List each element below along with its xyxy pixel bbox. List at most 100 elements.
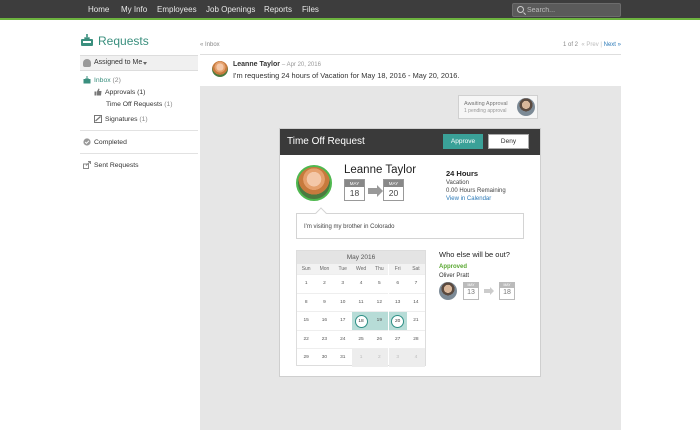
nav-reports[interactable]: Reports [264, 0, 292, 20]
calendar-day[interactable]: 8 [297, 292, 316, 312]
calendar-day[interactable]: 1 [351, 348, 371, 367]
calendar-day[interactable]: 2 [315, 274, 334, 293]
calendar-day[interactable]: 7 [406, 274, 426, 293]
calendar-day[interactable]: 5 [370, 274, 389, 293]
calendar-day[interactable]: 18 [351, 311, 371, 330]
comment-text: I'm visiting my brother in Colorado [304, 224, 395, 230]
sender-avatar [212, 61, 228, 77]
end-date-box: MAY 20 [383, 179, 404, 201]
sidebar-item-time-off-requests[interactable]: Time Off Requests (1) [106, 101, 173, 108]
calendar-title: May 2016 [297, 251, 425, 264]
calendar-day[interactable]: 17 [333, 311, 352, 330]
calendar-day[interactable]: 12 [370, 292, 389, 312]
search-icon [517, 6, 524, 13]
time-off-count: (1) [164, 101, 173, 108]
requester-avatar [296, 165, 332, 201]
calendar-day[interactable]: 4 [406, 348, 426, 367]
awaiting-approval-badge[interactable]: Awaiting Approval 1 pending approval [458, 95, 538, 119]
awaiting-subtitle: 1 pending approval [464, 108, 507, 114]
nav-my-info[interactable]: My Info [121, 0, 147, 20]
search-input[interactable] [527, 4, 619, 16]
other-person-avatar [439, 282, 457, 300]
other-start-day: 13 [467, 289, 475, 296]
calendar-day[interactable]: 21 [406, 311, 426, 330]
pager-next[interactable]: Next » [604, 42, 621, 48]
calendar-day[interactable]: 13 [388, 292, 407, 312]
calendar-day[interactable]: 3 [388, 348, 407, 367]
thumbs-up-icon [94, 88, 102, 96]
view-in-calendar-link[interactable]: View in Calendar [446, 196, 491, 202]
other-start-date-box: MAY 13 [463, 282, 479, 300]
back-to-inbox-link[interactable]: « Inbox [200, 42, 220, 48]
message-date: – Apr 20, 2016 [281, 62, 321, 68]
assigned-label: Assigned to Me [94, 59, 143, 66]
calendar-day[interactable]: 6 [388, 274, 407, 293]
calendar-day[interactable]: 22 [297, 329, 316, 349]
signature-icon [94, 115, 102, 123]
calendar-day[interactable]: 9 [315, 292, 334, 312]
approvals-label: Approvals [105, 89, 136, 96]
inbox-tray-icon [81, 34, 93, 46]
who-else-out-title: Who else will be out? [439, 250, 510, 259]
sidebar-item-inbox[interactable]: Inbox (2) [94, 77, 121, 84]
time-off-label: Time Off Requests [106, 101, 163, 108]
sent-icon [83, 161, 91, 169]
calendar-day[interactable]: 25 [351, 329, 371, 349]
calendar-day[interactable]: 10 [333, 292, 352, 312]
calendar-day[interactable]: 11 [351, 292, 371, 312]
comment-pointer [315, 207, 327, 219]
completed-label: Completed [94, 139, 127, 146]
deny-button[interactable]: Deny [488, 134, 529, 149]
calendar-day[interactable]: 31 [333, 348, 352, 367]
nav-job-openings[interactable]: Job Openings [206, 0, 255, 20]
calendar-day[interactable]: 14 [406, 292, 426, 312]
calendar-day[interactable]: 19 [370, 311, 389, 330]
approvals-count: (1) [137, 89, 146, 96]
other-end-month: MAY [500, 283, 514, 288]
sidebar-item-signatures[interactable]: Signatures (1) [105, 116, 148, 123]
time-off-type: Vacation [446, 180, 469, 186]
start-month: MAY [345, 180, 364, 187]
calendar-day[interactable]: 23 [315, 329, 334, 349]
calendar-day[interactable]: 2 [370, 348, 389, 367]
other-end-date-box: MAY 18 [499, 282, 515, 300]
calendar-day[interactable]: 26 [370, 329, 389, 349]
sidebar-item-sent-requests[interactable]: Sent Requests [94, 162, 139, 169]
search-box [512, 3, 621, 17]
approve-button[interactable]: Approve [443, 134, 483, 149]
sidebar-item-completed[interactable]: Completed [94, 139, 127, 146]
calendar-day[interactable]: 1 [297, 274, 316, 293]
nav-employees[interactable]: Employees [157, 0, 197, 20]
calendar-day[interactable]: 30 [315, 348, 334, 367]
person-icon [83, 59, 91, 67]
nav-home[interactable]: Home [88, 0, 109, 20]
mini-calendar: May 2016 Sun Mon Tue Wed Thu Fri Sat 1 2 3 4 5 6 7 8 9 1… [296, 250, 426, 367]
assigned-to-me-dropdown[interactable]: Assigned to Me [80, 55, 198, 71]
approved-status: Approved [439, 264, 468, 270]
calendar-dow-sat: Sat [406, 264, 426, 274]
end-month: MAY [384, 180, 403, 187]
sidebar-divider [80, 153, 198, 154]
arrow-right-icon [484, 287, 494, 295]
sidebar-divider [80, 130, 198, 131]
card-title: Time Off Request [287, 136, 365, 147]
nav-files[interactable]: Files [302, 0, 319, 20]
pager-count: 1 of 2 [563, 42, 579, 48]
calendar-day[interactable]: 20 [388, 311, 407, 330]
calendar-day[interactable]: 16 [315, 311, 334, 330]
calendar-day[interactable]: 4 [351, 274, 371, 293]
calendar-day[interactable]: 3 [333, 274, 352, 293]
calendar-dow-mon: Mon [315, 264, 334, 274]
calendar-day[interactable]: 28 [406, 329, 426, 349]
hours-total: 24 Hours [446, 169, 479, 178]
pager-prev[interactable]: « Prev [581, 42, 598, 48]
pager-separator: | [600, 42, 602, 48]
calendar-day[interactable]: 27 [388, 329, 407, 349]
calendar-day-marker: 20 [391, 314, 405, 328]
calendar-day[interactable]: 29 [297, 348, 316, 367]
calendar-day[interactable]: 24 [333, 329, 352, 349]
sidebar-item-approvals[interactable]: Approvals (1) [105, 89, 145, 96]
calendar-dow-wed: Wed [351, 264, 371, 274]
message-header: Leanne Taylor – Apr 20, 2016 [233, 61, 321, 68]
calendar-day[interactable]: 15 [297, 311, 316, 330]
